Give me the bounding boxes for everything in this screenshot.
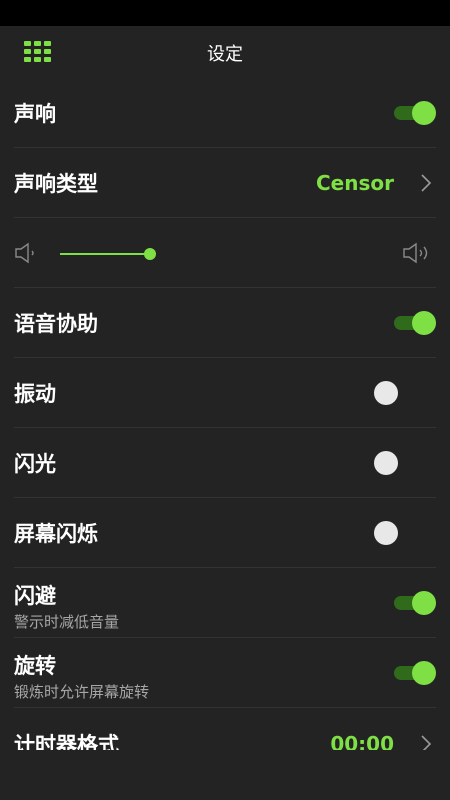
setting-row-sound-type[interactable]: 声响类型 Censor xyxy=(0,148,450,218)
vibration-toggle[interactable] xyxy=(374,381,422,405)
dodge-label: 闪避 xyxy=(14,584,56,608)
sound-toggle[interactable] xyxy=(394,101,436,125)
dodge-toggle[interactable] xyxy=(394,591,436,615)
sound-type-value: Censor xyxy=(316,171,394,195)
top-bar: 设定 xyxy=(0,26,450,78)
screen-flash-label: 屏幕闪烁 xyxy=(14,522,98,546)
setting-row-flash[interactable]: 闪光 xyxy=(0,428,450,498)
bottom-cover xyxy=(0,750,450,800)
vibration-label: 振动 xyxy=(14,382,56,406)
speaker-high-icon xyxy=(403,242,428,264)
rotate-toggle[interactable] xyxy=(394,661,436,685)
setting-row-screen-flash[interactable]: 屏幕闪烁 xyxy=(0,498,450,568)
volume-slider[interactable] xyxy=(60,247,156,261)
volume-slider-track xyxy=(60,253,148,255)
flash-toggle[interactable] xyxy=(374,451,422,475)
status-bar xyxy=(0,0,450,26)
sound-type-label: 声响类型 xyxy=(14,172,98,196)
sound-label: 声响 xyxy=(14,102,56,126)
screen-flash-toggle[interactable] xyxy=(374,521,422,545)
dodge-description: 警示时减低音量 xyxy=(14,613,120,631)
flash-label: 闪光 xyxy=(14,452,56,476)
setting-row-voice-assist[interactable]: 语音协助 xyxy=(0,288,450,358)
chevron-right-icon[interactable] xyxy=(420,174,432,192)
rotate-label: 旋转 xyxy=(14,654,56,678)
voice-assist-label: 语音协助 xyxy=(14,312,98,336)
setting-row-dodge[interactable]: 闪避 警示时减低音量 xyxy=(0,568,450,638)
setting-row-vibration[interactable]: 振动 xyxy=(0,358,450,428)
page-title: 设定 xyxy=(207,44,243,65)
speaker-low-icon xyxy=(15,242,34,264)
rotate-description: 锻炼时允许屏幕旋转 xyxy=(14,683,150,701)
setting-row-sound[interactable]: 声响 xyxy=(0,78,450,148)
voice-assist-toggle[interactable] xyxy=(394,311,436,335)
setting-row-rotate[interactable]: 旋转 锻炼时允许屏幕旋转 xyxy=(0,638,450,708)
volume-slider-thumb[interactable] xyxy=(144,248,156,260)
setting-row-volume xyxy=(0,218,450,288)
